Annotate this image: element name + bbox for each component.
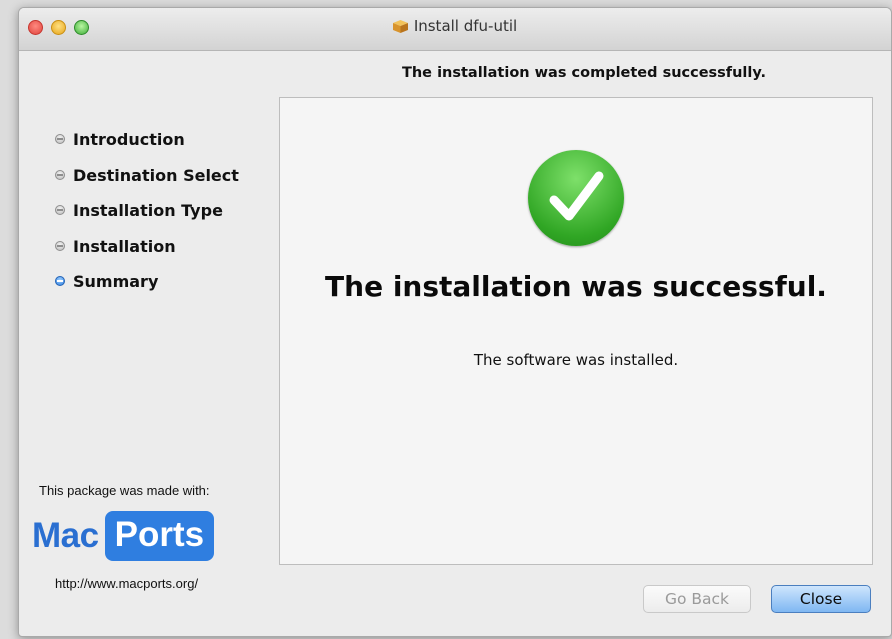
step-label: Installation Type [73, 201, 223, 220]
success-message: The software was installed. [473, 351, 679, 369]
step-bullet-active-icon [55, 276, 65, 286]
success-title: The installation was successful. [325, 270, 827, 303]
step-installation-type: Installation Type [55, 201, 239, 237]
window-title-container: Install dfu-util [19, 17, 891, 35]
step-label: Installation [73, 236, 176, 256]
go-back-button[interactable]: Go Back [643, 585, 751, 613]
step-bullet-icon [55, 240, 65, 251]
logo-mac-text: Mac [32, 516, 99, 555]
step-installation: Installation [55, 237, 239, 273]
close-button[interactable]: Close [771, 585, 871, 613]
step-label: Summary [73, 272, 159, 291]
step-destination-select: Destination Select [55, 166, 239, 202]
step-bullet-icon [55, 169, 65, 180]
step-bullet-icon [55, 205, 65, 215]
summary-pane: The installation was successful. The sof… [279, 97, 873, 565]
macports-logo: Mac Ports [32, 508, 215, 564]
installer-window: Install dfu-util The installation was co… [18, 7, 892, 637]
macports-url: http://www.macports.org/ [55, 576, 199, 591]
title-bar[interactable]: Install dfu-util [19, 8, 891, 51]
step-label: Destination Select [73, 165, 239, 185]
logo-ports-text: Ports [104, 511, 215, 561]
made-with-text: This package was made with: [39, 483, 210, 498]
window-title: Install dfu-util [413, 17, 518, 35]
step-introduction: Introduction [55, 130, 239, 166]
checkmark-icon [528, 150, 624, 246]
step-summary: Summary [55, 272, 239, 308]
page-heading: The installation was completed successfu… [401, 65, 767, 81]
step-label: Introduction [73, 130, 185, 149]
package-icon [392, 19, 408, 33]
step-bullet-icon [55, 134, 65, 144]
installer-steps: Introduction Destination Select Installa… [55, 130, 239, 308]
